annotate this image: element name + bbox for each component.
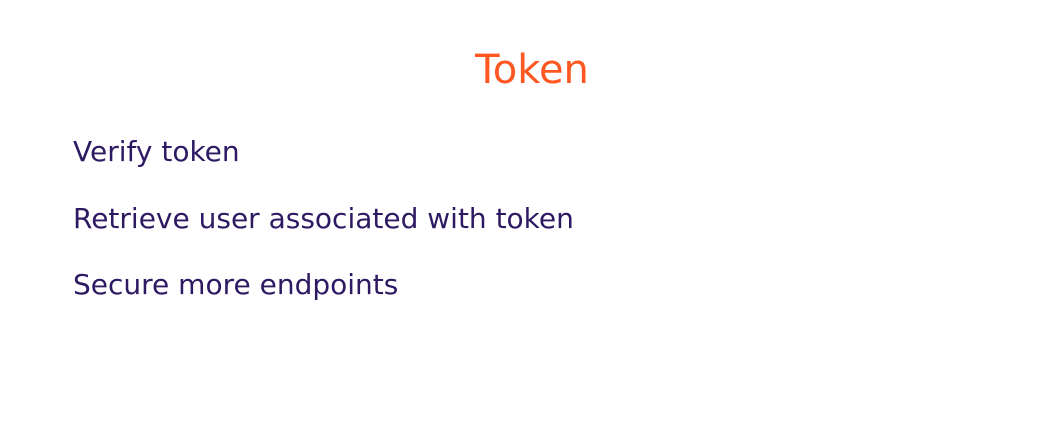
slide: Token Verify token Retrieve user associa… [0, 0, 1056, 446]
slide-title: Token [475, 47, 589, 93]
list-item: Retrieve user associated with token [73, 201, 574, 235]
bullet-list: Verify token Retrieve user associated wi… [73, 134, 574, 334]
list-item: Secure more endpoints [73, 268, 399, 301]
list-item: Verify token [73, 135, 240, 168]
